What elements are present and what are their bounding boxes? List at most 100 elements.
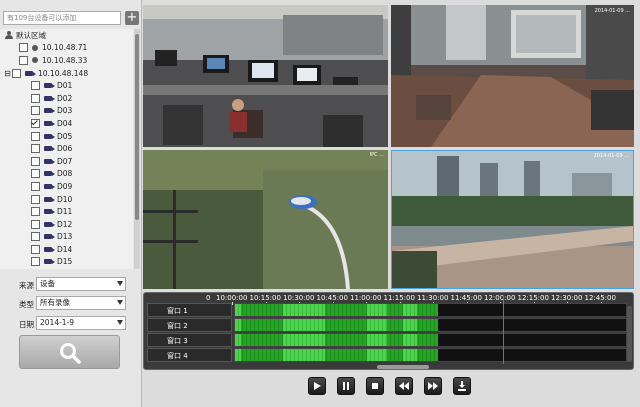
fast-forward-button[interactable]: [424, 377, 442, 395]
channel-row[interactable]: D05: [0, 130, 133, 143]
type-label: 类型: [19, 300, 34, 309]
type-select[interactable]: 所有录像: [36, 296, 126, 310]
channel-checkbox[interactable]: [31, 244, 40, 254]
channel-checkbox[interactable]: [31, 144, 40, 154]
channel-row[interactable]: D01: [0, 79, 133, 92]
channel-checkbox[interactable]: [31, 207, 40, 217]
camera-icon: [44, 133, 55, 139]
recording-track[interactable]: [234, 318, 627, 332]
search-icon: [60, 343, 81, 364]
tree-scroll-thumb[interactable]: [135, 34, 139, 220]
device-checkbox[interactable]: [19, 43, 28, 53]
channel-checkbox[interactable]: [31, 131, 40, 141]
recording-segment[interactable]: [403, 304, 417, 316]
search-button[interactable]: [19, 335, 120, 369]
device-row[interactable]: 10.10.48.71: [0, 42, 133, 55]
recording-segment[interactable]: [235, 304, 241, 316]
recording-segment[interactable]: [307, 349, 325, 361]
video-window-1[interactable]: [143, 5, 388, 147]
device-sidebar: 有109台设备可以添加 + 默认区域 10.10.48.71 10.10.48.…: [0, 0, 142, 407]
timeline-row[interactable]: 窗口 2: [147, 318, 627, 332]
timeline-scrollbar[interactable]: [377, 365, 429, 369]
recording-segment[interactable]: [367, 349, 387, 361]
recording-track[interactable]: [234, 333, 627, 347]
add-device-button[interactable]: +: [125, 11, 139, 25]
channel-row[interactable]: D07: [0, 155, 133, 168]
video-window-2[interactable]: 2014-01-09 ...: [391, 5, 634, 147]
channel-row[interactable]: D13: [0, 231, 133, 244]
play-button[interactable]: [308, 377, 326, 395]
channel-checkbox[interactable]: [31, 181, 40, 191]
camera-icon: [44, 196, 55, 202]
recording-track[interactable]: [234, 348, 627, 362]
tree-root[interactable]: 默认区域: [0, 29, 133, 42]
channel-row[interactable]: D11: [0, 205, 133, 218]
channel-label: D04: [57, 118, 73, 128]
device-row[interactable]: 10.10.48.33: [0, 54, 133, 67]
video-window-4[interactable]: 2014-01-09 ...: [391, 150, 634, 289]
recording-segment[interactable]: [307, 334, 325, 346]
timeline-row[interactable]: 窗口 1: [147, 303, 627, 317]
source-select[interactable]: 设备: [36, 277, 126, 291]
rewind-button[interactable]: [395, 377, 413, 395]
recording-segment[interactable]: [235, 319, 241, 331]
channel-row[interactable]: D15: [0, 256, 133, 269]
recording-segment[interactable]: [235, 349, 241, 361]
recording-segment[interactable]: [367, 334, 387, 346]
device-checkbox[interactable]: [19, 55, 28, 65]
timeline-vertical-scrollbar[interactable]: [627, 306, 632, 362]
recording-track[interactable]: [234, 303, 627, 317]
city-scene-image: [392, 151, 633, 288]
channel-row[interactable]: D02: [0, 92, 133, 105]
date-select[interactable]: 2014-1-9: [36, 316, 126, 330]
channel-checkbox[interactable]: [31, 194, 40, 204]
channel-checkbox[interactable]: [31, 232, 40, 242]
camera-icon: [44, 183, 55, 189]
window-label: 窗口 3: [147, 333, 232, 347]
device-checkbox[interactable]: [12, 68, 21, 78]
channel-checkbox[interactable]: [31, 257, 40, 267]
channel-row[interactable]: D03: [0, 105, 133, 118]
playback-cursor[interactable]: [503, 296, 504, 364]
recording-segment[interactable]: [403, 334, 417, 346]
video-window-3[interactable]: IPC ...: [143, 150, 388, 289]
channel-checkbox[interactable]: [31, 169, 40, 179]
channel-label: D07: [57, 156, 73, 166]
channel-row[interactable]: D09: [0, 180, 133, 193]
recording-segment[interactable]: [307, 319, 325, 331]
pause-button[interactable]: [337, 377, 355, 395]
channel-checkbox[interactable]: [31, 106, 40, 116]
stop-button[interactable]: [366, 377, 384, 395]
channel-row[interactable]: D08: [0, 168, 133, 181]
timeline-row[interactable]: 窗口 3: [147, 333, 627, 347]
channel-checkbox[interactable]: [31, 93, 40, 103]
timeline-axis[interactable]: 0 10:00:00 10:15:00 10:30:00 10:45:00 11:00:…: [144, 293, 634, 305]
channel-row[interactable]: D10: [0, 193, 133, 206]
channel-row[interactable]: D12: [0, 218, 133, 231]
timeline-tick-label: 12:45:00: [584, 294, 616, 302]
channel-checkbox[interactable]: [31, 81, 40, 91]
channel-row[interactable]: D04: [0, 117, 133, 130]
channel-row[interactable]: D14: [0, 243, 133, 256]
channel-checkbox[interactable]: [31, 118, 40, 128]
recording-segment[interactable]: [307, 304, 325, 316]
chevron-down-icon: [117, 300, 123, 305]
add-device-input[interactable]: 有109台设备可以添加: [3, 11, 121, 25]
timeline-row[interactable]: 窗口 4: [147, 348, 627, 362]
channel-label: D14: [57, 244, 73, 254]
channel-row[interactable]: D06: [0, 142, 133, 155]
collapse-icon[interactable]: ⊟: [4, 69, 11, 78]
recording-segment[interactable]: [367, 319, 387, 331]
recording-segment[interactable]: [403, 349, 417, 361]
channel-checkbox[interactable]: [31, 156, 40, 166]
recording-segment[interactable]: [403, 319, 417, 331]
device-row[interactable]: ⊟ 10.10.48.148: [0, 67, 133, 80]
channel-label: D02: [57, 93, 73, 103]
fast-forward-icon: [428, 382, 438, 390]
recording-segment[interactable]: [367, 304, 387, 316]
recording-segment[interactable]: [235, 334, 241, 346]
rewind-icon: [399, 382, 409, 390]
region-icon: [5, 31, 13, 40]
download-button[interactable]: [453, 377, 471, 395]
channel-checkbox[interactable]: [31, 219, 40, 229]
